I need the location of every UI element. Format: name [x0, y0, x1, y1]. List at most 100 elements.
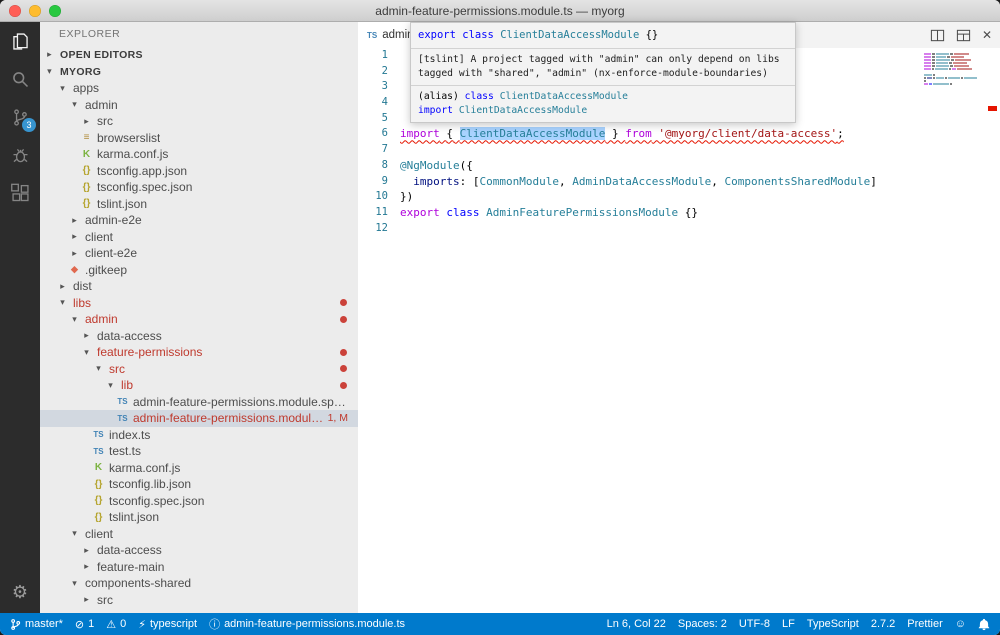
code-token: ]	[870, 175, 877, 188]
code-region[interactable]: 123456import { ClientDataAccessModule } …	[358, 48, 1000, 613]
status-warning-count[interactable]: ⚠0	[106, 618, 126, 631]
status-feedback[interactable]: ☺	[955, 618, 966, 630]
tslint-message-line: [tslint] A project tagged with "admin" c…	[418, 53, 788, 67]
status-tslint-status[interactable]: ⚡typescript	[138, 618, 197, 631]
code-token: CommonModule	[479, 175, 558, 188]
status-active-file-info[interactable]: ⓘadmin-feature-permissions.module.ts	[209, 616, 405, 632]
settings-gear-icon[interactable]: ⚙	[0, 571, 40, 613]
status-ts-version[interactable]: 2.7.2	[871, 618, 895, 630]
line-content	[388, 79, 400, 95]
folder-src[interactable]: ▾src	[40, 361, 358, 378]
split-editor-icon[interactable]	[930, 28, 945, 43]
hover-alias-line: (alias) class ClientDataAccessModule	[418, 90, 788, 104]
code-line-11[interactable]: 11export class AdminFeaturePermissionsMo…	[358, 205, 1000, 221]
extensions-icon[interactable]	[0, 174, 40, 212]
file-test.ts[interactable]: TStest.ts	[40, 443, 358, 460]
folder-libs[interactable]: ▾libs	[40, 295, 358, 312]
status-language-mode[interactable]: TypeScript	[807, 618, 859, 630]
close-window-button[interactable]	[9, 5, 21, 17]
file-tsconfig.lib.json[interactable]: {}tsconfig.lib.json	[40, 476, 358, 493]
folder-client[interactable]: ▸client	[40, 229, 358, 246]
line-number: 11	[358, 205, 388, 221]
explorer-icon[interactable]	[0, 22, 40, 60]
file-tslint.json[interactable]: {}tslint.json	[40, 196, 358, 213]
folder-client-e2e[interactable]: ▸client-e2e	[40, 245, 358, 262]
code-token	[400, 175, 413, 188]
folder-apps[interactable]: ▾apps	[40, 80, 358, 97]
scm-badge: 3	[22, 118, 36, 132]
zoom-window-button[interactable]	[49, 5, 61, 17]
file-admin-feature-permissions.module.ts[interactable]: TSadmin-feature-permissions.module.ts1, …	[40, 410, 358, 427]
debug-icon[interactable]	[0, 136, 40, 174]
folder-feature-main[interactable]: ▸feature-main	[40, 559, 358, 576]
editor-layout-icon[interactable]	[956, 28, 971, 43]
folder-admin[interactable]: ▾admin	[40, 97, 358, 114]
code-line-12[interactable]: 12	[358, 221, 1000, 237]
editor-actions: ✕	[930, 22, 992, 48]
file-browserslist[interactable]: ≡browserslist	[40, 130, 358, 147]
tree-item-label: client	[85, 527, 113, 541]
folder-src[interactable]: ▸src	[40, 113, 358, 130]
file-karma.conf.js[interactable]: Kkarma.conf.js	[40, 460, 358, 477]
code-line-6[interactable]: 6import { ClientDataAccessModule } from …	[358, 126, 1000, 142]
code-line-10[interactable]: 10})	[358, 189, 1000, 205]
status-cursor-position[interactable]: Ln 6, Col 22	[607, 618, 666, 630]
minimize-window-button[interactable]	[29, 5, 41, 17]
status-active-file-info-text: admin-feature-permissions.module.ts	[224, 618, 405, 630]
folder-feature-permissions[interactable]: ▾feature-permissions	[40, 344, 358, 361]
folder-src[interactable]: ▸src	[40, 592, 358, 609]
file-tslint.json[interactable]: {}tslint.json	[40, 509, 358, 526]
tree-item-label: client-e2e	[85, 246, 137, 260]
folder-admin[interactable]: ▾admin	[40, 311, 358, 328]
status-formatter[interactable]: Prettier	[907, 618, 942, 630]
code-line-9[interactable]: 9 imports: [CommonModule, AdminDataAcces…	[358, 174, 1000, 190]
status-git-branch[interactable]: master*	[10, 618, 63, 631]
minimap[interactable]	[924, 53, 982, 89]
open-editors-section[interactable]: ▸ OPEN EDITORS	[40, 46, 358, 63]
status-notifications[interactable]	[978, 618, 990, 631]
line-number: 9	[358, 174, 388, 190]
code-line-8[interactable]: 8@NgModule({	[358, 158, 1000, 174]
status-ts-version-text: 2.7.2	[871, 618, 895, 630]
folder-admin-e2e[interactable]: ▸admin-e2e	[40, 212, 358, 229]
tree-item-label: karma.conf.js	[97, 147, 168, 161]
source-control-icon[interactable]: 3	[0, 98, 40, 136]
tree-item-label: test.ts	[109, 444, 141, 458]
title-bar[interactable]: admin-feature-permissions.module.ts — my…	[0, 0, 1000, 22]
search-icon[interactable]	[0, 60, 40, 98]
file-admin-feature-permissions.module.spec.ts[interactable]: TSadmin-feature-permissions.module.spec.…	[40, 394, 358, 411]
folder-client[interactable]: ▾client	[40, 526, 358, 543]
chevron-down-icon: ▾	[80, 347, 93, 358]
hover-error-message: [tslint] A project tagged with "admin" c…	[411, 48, 795, 85]
file-.gitkeep[interactable]: ◆.gitkeep	[40, 262, 358, 279]
folder-data-access[interactable]: ▸data-access	[40, 328, 358, 345]
folder-lib[interactable]: ▾lib	[40, 377, 358, 394]
tree-item-label: dist	[73, 279, 92, 293]
line-number: 6	[358, 126, 388, 142]
status-error-count[interactable]: ⊘1	[75, 618, 94, 631]
root-folder-section[interactable]: ▾ MYORG	[40, 63, 358, 80]
folder-data-access[interactable]: ▸data-access	[40, 542, 358, 559]
overview-ruler[interactable]	[986, 48, 1000, 613]
tree-item-label: feature-main	[97, 560, 164, 574]
file-tsconfig.spec.json[interactable]: {}tsconfig.spec.json	[40, 179, 358, 196]
chevron-down-icon: ▾	[56, 297, 69, 308]
code-token: ClientDataAccessModule	[459, 105, 587, 116]
folder-dist[interactable]: ▸dist	[40, 278, 358, 295]
code-token: ({	[460, 159, 473, 172]
close-editor-icon[interactable]: ✕	[982, 28, 992, 42]
file-tsconfig.spec.json[interactable]: {}tsconfig.spec.json	[40, 493, 358, 510]
chevron-right-icon: ▸	[68, 215, 81, 226]
code-line-7[interactable]: 7	[358, 142, 1000, 158]
status-encoding-text: UTF-8	[739, 618, 770, 630]
chevron-down-icon: ▾	[104, 380, 117, 391]
status-encoding[interactable]: UTF-8	[739, 618, 770, 630]
ts-file-icon: TS	[92, 430, 105, 439]
file-tsconfig.app.json[interactable]: {}tsconfig.app.json	[40, 163, 358, 180]
status-eol[interactable]: LF	[782, 618, 795, 630]
file-index.ts[interactable]: TSindex.ts	[40, 427, 358, 444]
status-left: master* ⊘1 ⚠0 ⚡typescript ⓘadmin-feature-per…	[10, 616, 405, 632]
file-karma.conf.js[interactable]: Kkarma.conf.js	[40, 146, 358, 163]
folder-components-shared[interactable]: ▾components-shared	[40, 575, 358, 592]
status-indentation[interactable]: Spaces: 2	[678, 618, 727, 630]
